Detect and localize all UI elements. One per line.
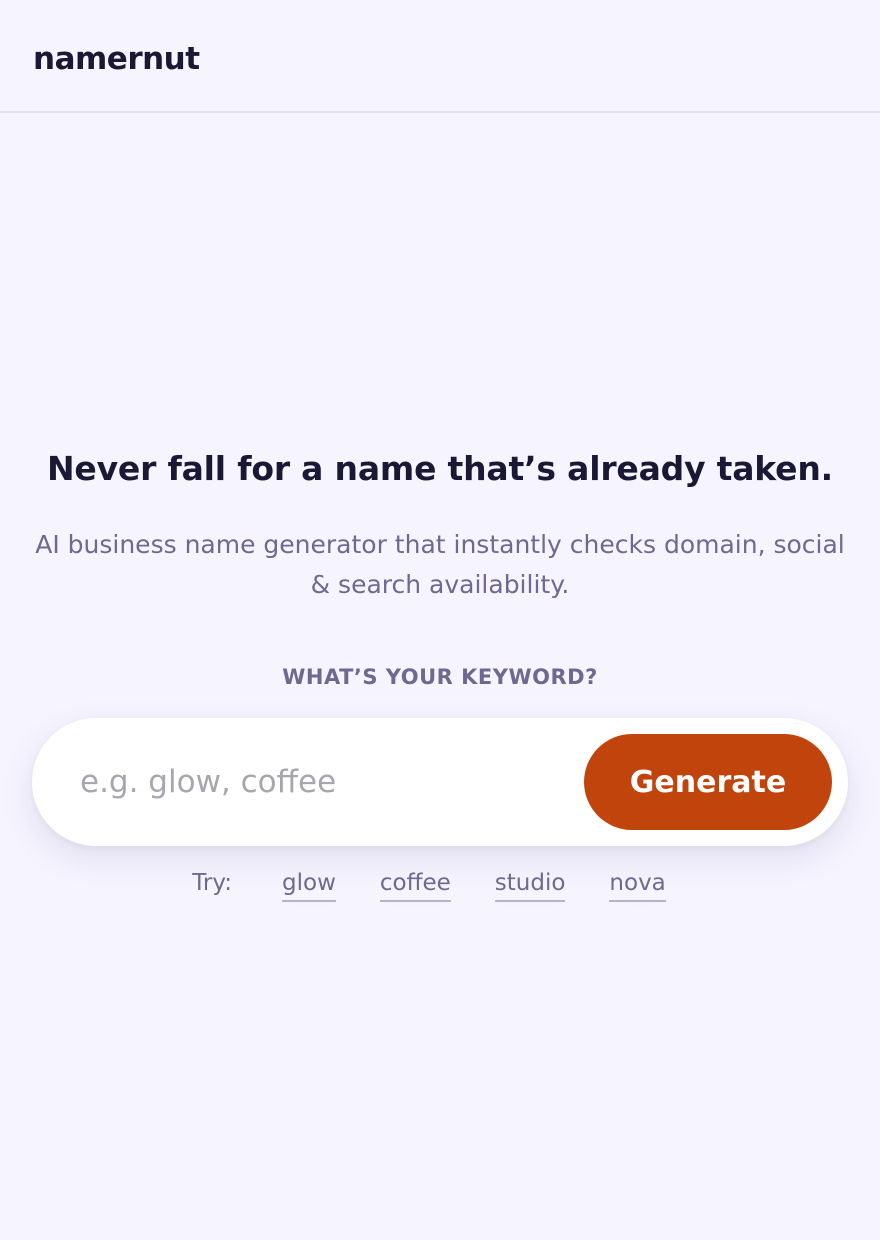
hero-section: Never fall for a name that’s already tak… <box>0 445 880 693</box>
hero-subtitle: AI business name generator that instantl… <box>35 530 845 599</box>
suggestion-link-studio[interactable]: studio <box>494 866 566 902</box>
brand-logo[interactable]: namernut <box>33 40 200 78</box>
generate-button[interactable]: Generate <box>584 734 832 830</box>
page-title: Never fall for a name that’s already tak… <box>47 449 833 488</box>
keyword-label: WHAT’S YOUR KEYWORD? <box>282 665 598 689</box>
top-bar: namernut <box>0 0 880 113</box>
suggestions-label: Try: <box>192 870 233 896</box>
page: namernut Never fall for a name that’s al… <box>0 0 880 1240</box>
keyword-search-bar: Generate <box>32 718 848 846</box>
suggestion-link-nova[interactable]: nova <box>609 866 666 902</box>
suggestion-link-coffee[interactable]: coffee <box>379 866 451 902</box>
suggestion-link-glow[interactable]: glow <box>282 866 336 902</box>
keyword-suggestions: Try: glow coffee studio nova <box>0 866 880 902</box>
keyword-input[interactable] <box>80 752 560 812</box>
